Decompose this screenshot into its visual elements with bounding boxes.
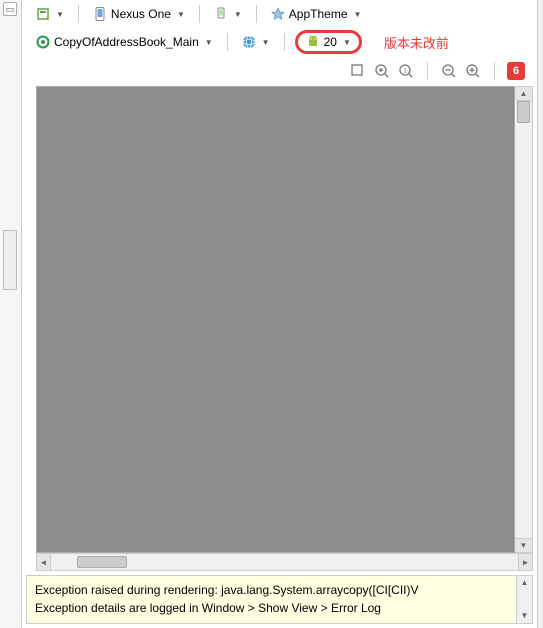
chevron-down-icon: ▼ <box>177 10 185 19</box>
zoom-in-button[interactable] <box>464 62 482 80</box>
chevron-down-icon: ▼ <box>354 10 362 19</box>
phone-icon <box>93 7 107 21</box>
device-dropdown[interactable]: Nexus One ▼ <box>89 6 189 22</box>
scrollbar-thumb[interactable] <box>77 556 127 568</box>
separator <box>284 33 285 51</box>
theme-label: AppTheme <box>289 7 348 21</box>
configuration-dropdown[interactable]: CopyOfAddressBook_Main ▼ <box>32 34 217 50</box>
orientation-icon <box>214 7 228 21</box>
chevron-down-icon: ▼ <box>56 10 64 19</box>
scroll-right-arrow[interactable]: ► <box>518 554 532 570</box>
star-icon <box>271 7 285 21</box>
android-icon <box>306 35 320 49</box>
configuration-icon <box>36 35 50 49</box>
scrollbar-thumb[interactable] <box>517 101 530 123</box>
horizontal-scrollbar[interactable]: ◄ ► <box>36 553 533 571</box>
svg-text:1: 1 <box>403 67 407 74</box>
chevron-down-icon: ▼ <box>262 38 270 47</box>
chevron-down-icon: ▼ <box>343 38 351 47</box>
error-count-badge[interactable]: 6 <box>507 62 525 80</box>
orientation-dropdown[interactable]: ▼ <box>210 6 246 22</box>
vertical-scrollbar[interactable]: ▲ ▼ <box>515 86 533 553</box>
scroll-left-arrow[interactable]: ◄ <box>37 554 51 570</box>
locale-dropdown[interactable]: ▼ <box>238 34 274 50</box>
layout-icon <box>36 7 50 21</box>
left-panel-gutter: ▭ <box>0 0 22 628</box>
scroll-up-arrow[interactable]: ▲ <box>517 576 532 590</box>
globe-icon <box>242 35 256 49</box>
separator <box>427 62 428 80</box>
scroll-down-arrow[interactable]: ▼ <box>515 538 532 552</box>
right-panel-gutter <box>537 0 543 628</box>
error-line-1: Exception raised during rendering: java.… <box>35 582 524 599</box>
separator <box>78 5 79 23</box>
zoom-reset-button[interactable] <box>349 62 367 80</box>
separator <box>494 62 495 80</box>
separator <box>199 5 200 23</box>
toolbar-row-2: CopyOfAddressBook_Main ▼ ▼ 20 ▼ 版本未改前 <box>22 28 537 56</box>
layout-mode-dropdown[interactable]: ▼ <box>32 6 68 22</box>
annotation-text: 版本未改前 <box>384 33 449 52</box>
toolbar-row-1: ▼ Nexus One ▼ ▼ Ap <box>22 0 537 28</box>
canvas-margin <box>26 86 36 553</box>
chevron-down-icon: ▼ <box>234 10 242 19</box>
zoom-toolbar: 1 6 <box>22 56 537 86</box>
scroll-up-arrow[interactable]: ▲ <box>515 87 532 101</box>
scroll-down-arrow[interactable]: ▼ <box>517 609 532 623</box>
api-label: 20 <box>324 35 337 49</box>
minimize-left-panel-button[interactable]: ▭ <box>3 2 17 16</box>
render-error-panel: Exception raised during rendering: java.… <box>26 575 533 624</box>
preview-canvas-area: ▲ ▼ <box>22 86 537 553</box>
layout-preview-canvas[interactable] <box>36 86 515 553</box>
device-label: Nexus One <box>111 7 171 21</box>
zoom-out-button[interactable] <box>440 62 458 80</box>
theme-dropdown[interactable]: AppTheme ▼ <box>267 6 366 22</box>
api-level-dropdown[interactable]: 20 ▼ <box>295 30 362 54</box>
config-label: CopyOfAddressBook_Main <box>54 35 199 49</box>
separator <box>256 5 257 23</box>
zoom-100-button[interactable]: 1 <box>397 62 415 80</box>
separator <box>227 33 228 51</box>
collapsed-panel-tab[interactable] <box>3 230 17 290</box>
chevron-down-icon: ▼ <box>205 38 213 47</box>
error-line-2: Exception details are logged in Window >… <box>35 600 524 617</box>
error-panel-scrollbar[interactable]: ▲ ▼ <box>516 576 532 623</box>
zoom-fit-button[interactable] <box>373 62 391 80</box>
